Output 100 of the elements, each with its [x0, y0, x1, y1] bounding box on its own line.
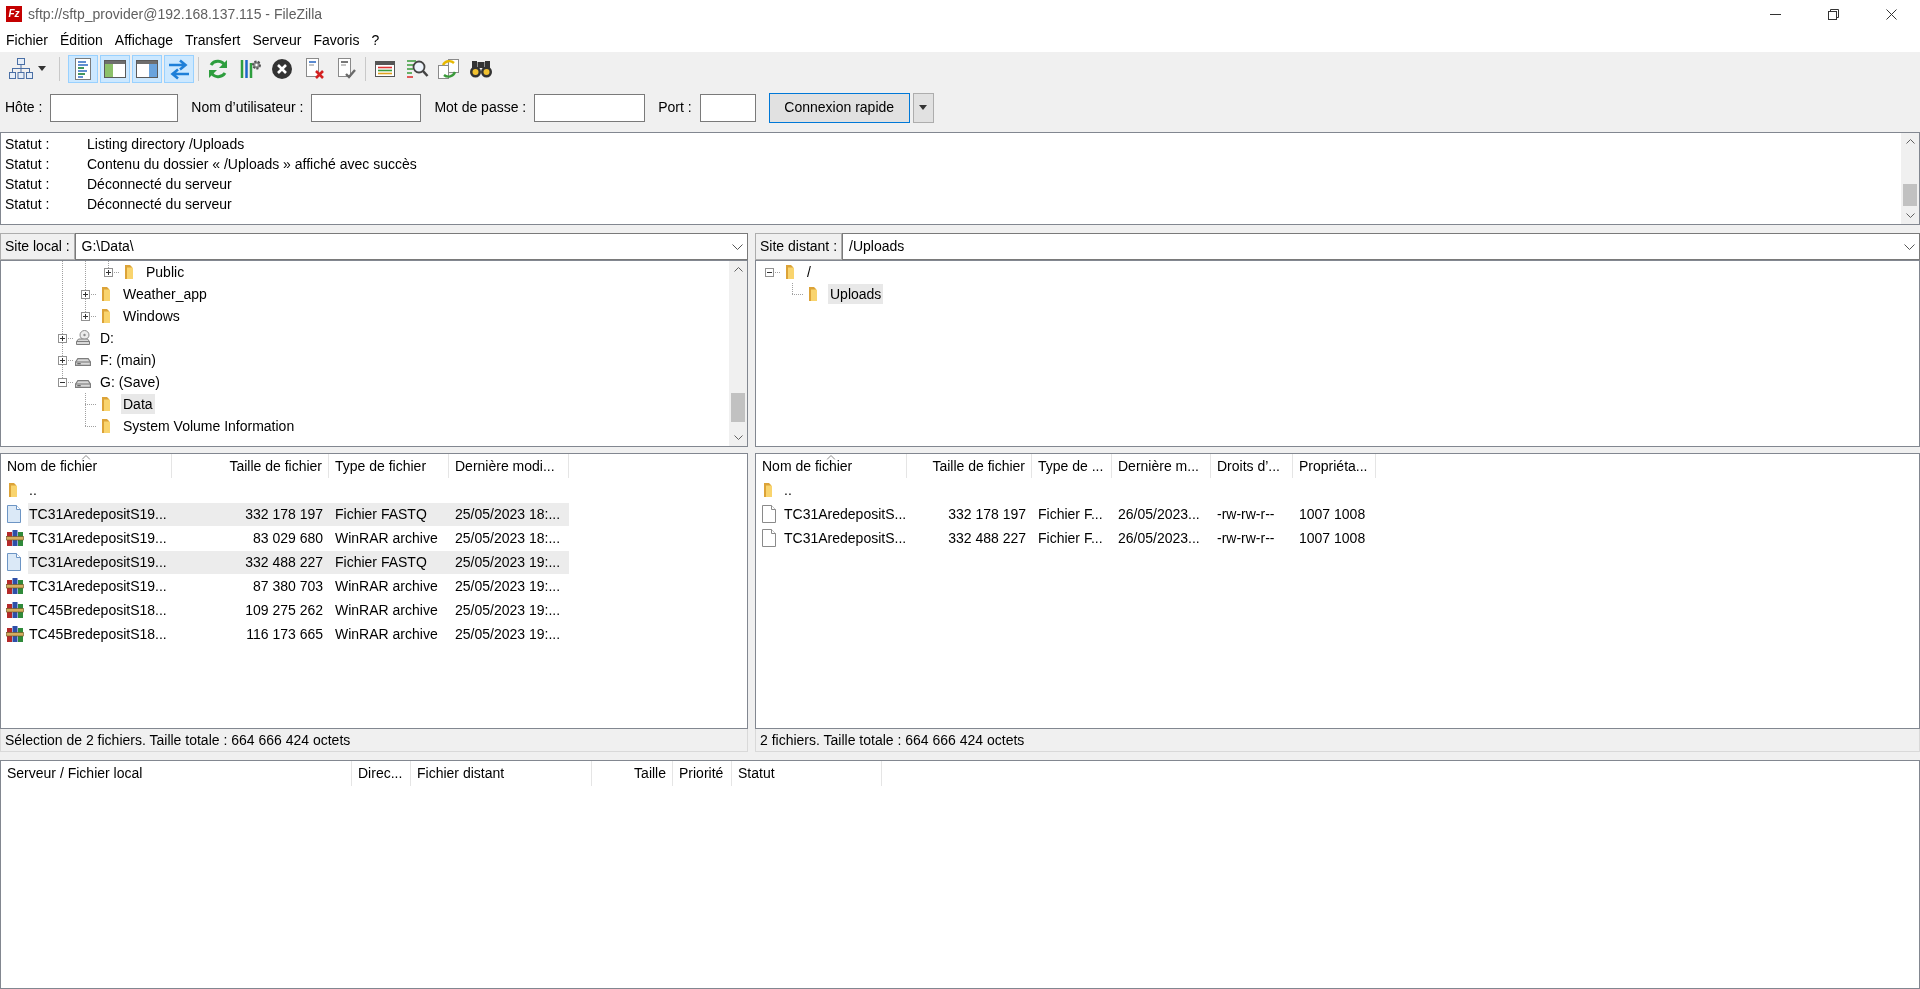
chevron-up-icon[interactable]: [733, 267, 743, 272]
column-header[interactable]: Serveur / Fichier local: [1, 761, 352, 786]
plus-box-icon[interactable]: [81, 311, 90, 321]
tree-item[interactable]: G: (Save): [98, 372, 162, 392]
input-field[interactable]: [311, 93, 422, 122]
chevron-down-icon[interactable]: [1904, 243, 1915, 250]
tree-item[interactable]: System Volume Information: [121, 416, 297, 436]
log-label: Statut :: [5, 174, 51, 194]
plus-box-icon[interactable]: [58, 333, 67, 343]
field-label: Nom d’utilisateur :: [191, 98, 304, 117]
chevron-up-icon[interactable]: [1905, 139, 1915, 144]
column-header[interactable]: Type de fichier: [329, 454, 449, 478]
x-circle-icon: [270, 56, 294, 81]
log-label: Statut :: [5, 134, 51, 154]
table-cell-text: 332 488 227: [947, 528, 1027, 548]
restore-icon: [1827, 8, 1839, 20]
app-logo: Fz: [6, 6, 22, 22]
column-header[interactable]: Nom de fichier: [756, 454, 907, 478]
log-message: Listing directory /Uploads: [87, 134, 245, 154]
table-cell-text: 25/05/2023 19:...: [454, 552, 562, 572]
column-header[interactable]: Dernière modi...: [449, 454, 569, 478]
column-header[interactable]: Droits d’...: [1211, 454, 1293, 478]
books-icon: [6, 529, 24, 547]
table-cell-text: WinRAR archive: [334, 624, 439, 644]
table-cell-text: TC31AredepositS...: [783, 528, 907, 548]
document-icon: [6, 505, 22, 523]
tree-item[interactable]: /: [805, 262, 813, 282]
table-cell-text: Fichier FASTQ: [334, 552, 428, 572]
menu-item[interactable]: Favoris: [307, 28, 366, 52]
table-cell-text: 25/05/2023 18:...: [454, 504, 562, 524]
column-header[interactable]: Fichier distant: [411, 761, 592, 786]
server-tree-icon: [8, 56, 34, 81]
column-header[interactable]: Direc...: [352, 761, 411, 786]
table-cell-text: TC45BredepositS18...: [28, 600, 168, 620]
tree-item[interactable]: Weather_app: [121, 284, 209, 304]
menu-item[interactable]: ?: [365, 28, 386, 52]
column-header[interactable]: Nom de fichier: [1, 454, 172, 478]
menu-item[interactable]: Serveur: [246, 28, 308, 52]
input-field[interactable]: [699, 93, 756, 122]
tree-item[interactable]: D:: [98, 328, 116, 348]
table-cell-text: 25/05/2023 19:...: [454, 600, 562, 620]
books-icon: [6, 601, 24, 619]
path-field[interactable]: G:\Data\: [74, 233, 748, 260]
table-cell-text: 26/05/2023...: [1117, 528, 1201, 548]
column-header[interactable]: Statut: [732, 761, 882, 786]
drive-icon: [75, 380, 91, 388]
scrollbar-thumb[interactable]: [1903, 184, 1917, 206]
menu-item[interactable]: Fichier: [0, 28, 54, 52]
scrollbar[interactable]: [729, 261, 747, 446]
column-header[interactable]: Taille de fichier: [907, 454, 1032, 478]
table-cell-text: -rw-rw-r--: [1216, 528, 1276, 548]
column-header[interactable]: Taille de fichier: [172, 454, 329, 478]
toolbar-button[interactable]: [132, 54, 162, 83]
scrollbar[interactable]: [1901, 133, 1919, 224]
column-header[interactable]: Taille: [592, 761, 673, 786]
scrollbar-thumb[interactable]: [731, 393, 745, 422]
column-header[interactable]: Dernière m...: [1112, 454, 1211, 478]
tree-item[interactable]: Public: [144, 262, 187, 282]
table-cell-text: 25/05/2023 19:...: [454, 624, 562, 644]
tree-item[interactable]: Data: [121, 394, 155, 414]
path-field[interactable]: /Uploads: [842, 233, 1920, 260]
table-cell-text: 25/05/2023 19:...: [454, 576, 562, 596]
dropdown-button[interactable]: [912, 92, 934, 123]
minus-box-icon[interactable]: [58, 377, 67, 387]
status-bar: Sélection de 2 fichiers. Taille totale : 664 666 424 octets: [0, 729, 748, 752]
quickconnect-button[interactable]: Connexion rapide: [768, 92, 910, 123]
table-cell-text: TC31AredepositS19...: [28, 552, 168, 572]
column-header[interactable]: Propriéta...: [1293, 454, 1376, 478]
toolbar-button[interactable]: [100, 54, 130, 83]
tree-lines: [792, 283, 804, 295]
table-cell-text: WinRAR archive: [334, 600, 439, 620]
menu-item[interactable]: Affichage: [108, 28, 179, 52]
status-bar: 2 fichiers. Taille totale : 664 666 424 octets: [755, 729, 1920, 752]
chevron-down-icon[interactable]: [1905, 213, 1915, 218]
column-header[interactable]: Priorité: [673, 761, 732, 786]
menu-item[interactable]: Édition: [54, 28, 109, 52]
plus-box-icon[interactable]: [58, 355, 67, 365]
chevron-down-icon[interactable]: [733, 435, 743, 440]
caret-icon: [919, 105, 928, 110]
input-field[interactable]: [50, 93, 179, 122]
table-cell-text: 116 173 665: [245, 624, 324, 644]
plus-box-icon[interactable]: [81, 289, 90, 299]
document-icon: [761, 505, 777, 523]
minus-box-icon[interactable]: [765, 267, 774, 277]
table-cell-text: 109 275 262: [244, 600, 324, 620]
table-cell-text: TC31AredepositS...: [783, 504, 907, 524]
table-cell-text: TC31AredepositS19...: [28, 528, 168, 548]
plus-box-icon[interactable]: [104, 267, 113, 277]
tree-item[interactable]: Windows: [121, 306, 182, 326]
menu-item[interactable]: Transfert: [178, 28, 247, 52]
table-cell-text: TC31AredepositS19...: [28, 504, 168, 524]
input-field[interactable]: [534, 93, 646, 122]
table-cell-text: WinRAR archive: [334, 528, 439, 548]
document-icon: [6, 553, 22, 571]
column-header[interactable]: Type de ...: [1032, 454, 1112, 478]
tree-item[interactable]: F: (main): [98, 350, 158, 370]
table-cell-text: 1007 1008: [1298, 528, 1367, 548]
log-label: Statut :: [5, 154, 51, 174]
tree-item[interactable]: Uploads: [828, 284, 884, 304]
chevron-down-icon[interactable]: [732, 243, 743, 250]
